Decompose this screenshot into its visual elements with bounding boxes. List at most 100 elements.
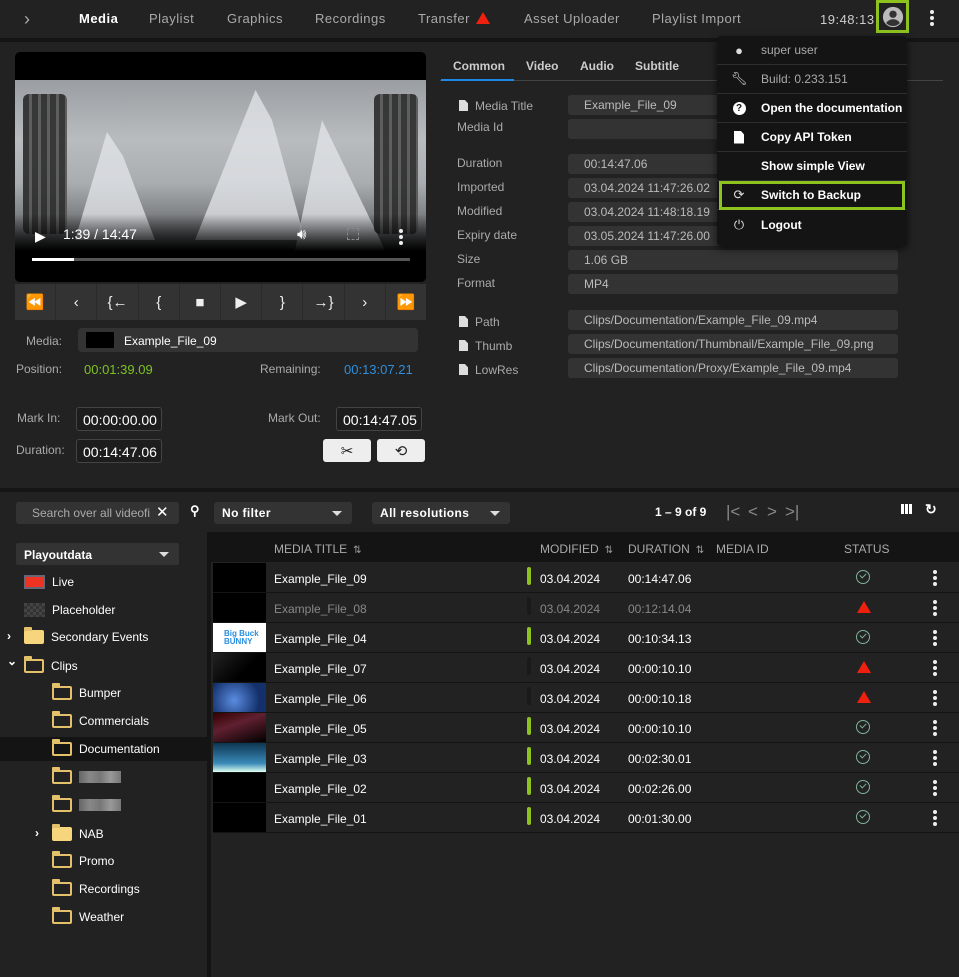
fullscreen-button[interactable] — [347, 228, 359, 240]
tree-item[interactable]: ⌄ Clips — [0, 654, 210, 678]
tree-item[interactable]: › Secondary Events — [0, 625, 210, 649]
table-row[interactable]: Big Buck BUNNY Example_File_04 03.04.2024… — [213, 623, 959, 653]
tree-item-label — [79, 771, 121, 783]
clear-search-button[interactable]: ✕ — [156, 503, 169, 521]
tree-item[interactable]: Bumper — [0, 681, 210, 705]
row-menu-button[interactable] — [933, 750, 937, 766]
chevron-right-icon[interactable]: › — [35, 826, 39, 840]
set-mark-in-button[interactable]: { — [139, 284, 180, 320]
menu-item-copy-token[interactable]: Copy API Token — [717, 123, 907, 152]
video-options-button[interactable] — [399, 229, 403, 245]
more-menu-button[interactable] — [930, 10, 934, 26]
check-circle-icon — [856, 720, 872, 736]
volume-button[interactable]: 🔊︎ — [297, 226, 306, 243]
rewind-button[interactable]: ⏪ — [15, 284, 57, 320]
table-row[interactable]: Example_File_06 03.04.2024 00:00:10.18 — [213, 683, 959, 713]
tab-transfer[interactable]: Transfer — [418, 11, 490, 26]
chevron-right-icon[interactable]: › — [7, 629, 11, 643]
tree-item[interactable]: Recordings — [0, 877, 210, 901]
chevron-down-icon[interactable]: ⌄ — [7, 654, 17, 668]
row-menu-button[interactable] — [933, 570, 937, 586]
row-modified: 03.04.2024 — [540, 692, 601, 706]
grid-view-button[interactable] — [901, 504, 913, 514]
prev-page-button[interactable]: < — [748, 502, 758, 522]
cut-button[interactable]: ✂ — [323, 439, 371, 462]
search-button[interactable]: ⚲ — [190, 503, 200, 519]
tab-recordings[interactable]: Recordings — [315, 11, 386, 26]
tab-graphics[interactable]: Graphics — [227, 11, 283, 26]
stop-button[interactable]: ■ — [180, 284, 222, 320]
tab-video[interactable]: Video — [526, 59, 558, 73]
row-menu-button[interactable] — [933, 780, 937, 796]
user-account-button[interactable] — [876, 0, 909, 33]
menu-item-documentation[interactable]: ? Open the documentation — [717, 94, 907, 123]
table-row[interactable]: Example_File_09 03.04.2024 00:14:47.06 — [213, 563, 959, 593]
next-page-button[interactable]: > — [767, 502, 777, 522]
table-row[interactable]: Example_File_08 03.04.2024 00:12:14.04 — [213, 593, 959, 623]
video-play-button[interactable]: ▶ — [35, 228, 46, 245]
expand-nav-button[interactable]: › — [24, 10, 40, 28]
play-button[interactable]: ▶ — [221, 284, 263, 320]
tree-item[interactable]: › NAB — [0, 822, 210, 846]
row-menu-button[interactable] — [933, 720, 937, 736]
table-row[interactable]: Example_File_07 03.04.2024 00:00:10.10 — [213, 653, 959, 683]
table-row[interactable]: Example_File_05 03.04.2024 00:00:10.10 — [213, 713, 959, 743]
folder-icon — [24, 656, 44, 673]
panel-divider[interactable] — [207, 532, 211, 977]
tree-item[interactable]: Commercials — [0, 709, 210, 733]
table-row[interactable]: Example_File_03 03.04.2024 00:02:30.01 — [213, 743, 959, 773]
tree-item[interactable]: Promo — [0, 849, 210, 873]
tab-playlist[interactable]: Playlist — [149, 11, 194, 26]
row-modified: 03.04.2024 — [540, 602, 601, 616]
tree-item[interactable]: Weather — [0, 905, 210, 929]
tree-item[interactable] — [0, 793, 210, 817]
tab-asset-uploader[interactable]: Asset Uploader — [524, 11, 620, 26]
sort-icon: ⇅ — [353, 545, 362, 556]
tree-item[interactable]: Placeholder — [0, 598, 210, 622]
go-to-mark-out-button[interactable]: →} — [303, 284, 345, 320]
set-mark-out-button[interactable]: } — [262, 284, 304, 320]
caret-down-icon — [332, 511, 342, 516]
menu-item-simple-view[interactable]: Show simple View — [717, 152, 907, 181]
tab-subtitle[interactable]: Subtitle — [635, 59, 679, 73]
col-media-id[interactable]: MEDIA ID — [716, 542, 769, 556]
duration-field[interactable]: 00:14:47.06 — [76, 439, 162, 463]
table-row[interactable]: Example_File_02 03.04.2024 00:02:26.00 — [213, 773, 959, 803]
fast-forward-button[interactable]: ⏩ — [386, 284, 426, 320]
tab-playlist-import[interactable]: Playlist Import — [652, 11, 741, 26]
col-media-title[interactable]: MEDIA TITLE ⇅ — [274, 542, 362, 556]
step-back-button[interactable]: ‹ — [56, 284, 98, 320]
tree-item[interactable]: Documentation — [0, 737, 210, 761]
step-forward-button[interactable]: › — [345, 284, 386, 320]
seek-bar[interactable] — [32, 258, 410, 261]
row-status-bar — [527, 687, 531, 705]
video-player[interactable]: ▶ 1:39 / 14:47 🔊︎ — [15, 52, 426, 282]
refresh-button[interactable]: ↻ — [925, 501, 937, 518]
tab-media[interactable]: Media — [79, 11, 118, 26]
col-modified[interactable]: MODIFIED ⇅ — [540, 542, 613, 556]
col-duration[interactable]: DURATION ⇅ — [628, 542, 704, 556]
scissors-icon: ✂ — [340, 442, 354, 460]
row-menu-button[interactable] — [933, 630, 937, 646]
storage-dropdown[interactable]: Playoutdata — [16, 543, 179, 565]
tab-common[interactable]: Common — [453, 59, 505, 73]
reset-marks-button[interactable]: ⟲ — [377, 439, 425, 462]
tab-audio[interactable]: Audio — [580, 59, 614, 73]
mark-out-field[interactable]: 00:14:47.05 — [336, 407, 422, 431]
table-row[interactable]: Example_File_01 03.04.2024 00:01:30.00 — [213, 803, 959, 833]
search-input[interactable]: Search over all videofi — [16, 502, 179, 524]
mark-in-field[interactable]: 00:00:00.00 — [76, 407, 162, 431]
first-page-button[interactable]: |< — [726, 502, 740, 522]
history-icon: ⟲ — [394, 442, 408, 460]
row-menu-button[interactable] — [933, 600, 937, 616]
menu-item-logout[interactable]: ⏻ Logout — [717, 210, 907, 239]
filter-dropdown[interactable]: No filter — [214, 502, 352, 524]
last-page-button[interactable]: >| — [785, 502, 799, 522]
row-menu-button[interactable] — [933, 810, 937, 826]
resolution-dropdown[interactable]: All resolutions — [372, 502, 510, 524]
tree-item[interactable] — [0, 765, 210, 789]
go-to-mark-in-button[interactable]: {← — [97, 284, 139, 320]
row-menu-button[interactable] — [933, 660, 937, 676]
row-menu-button[interactable] — [933, 690, 937, 706]
tree-item[interactable]: Live — [0, 570, 210, 594]
